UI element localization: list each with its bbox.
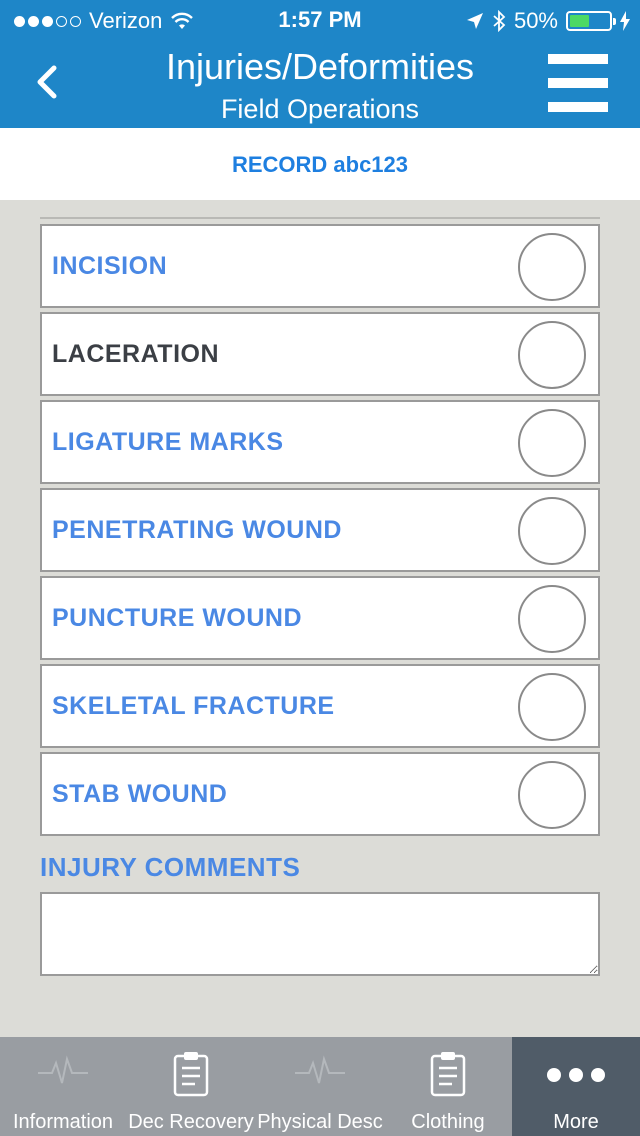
injury-label: LIGATURE MARKS [52,428,284,456]
injury-row-laceration[interactable]: LACERATION [40,312,600,396]
battery-percent: 50% [513,8,558,33]
battery-icon [566,11,616,31]
tab-more[interactable]: More [512,1037,640,1136]
tab-label: Physical Desc [257,1111,383,1133]
injury-label: PUNCTURE WOUND [52,604,303,632]
heartbeat-icon [38,1055,88,1084]
injury-label: STAB WOUND [52,780,228,808]
header: Verizon 1:57 PM 50% Injuries/Deformities… [0,0,640,128]
tab-information[interactable]: Information [0,1037,126,1136]
injury-row-penetrating-wound[interactable]: PENETRATING WOUND [40,488,600,572]
injury-label: PENETRATING WOUND [52,516,342,544]
tab-label: Information [12,1111,114,1133]
tab-physical-desc[interactable]: Physical Desc [256,1037,384,1136]
status-bar: Verizon 1:57 PM 50% [0,0,640,40]
heartbeat-icon [295,1055,345,1084]
clipboard-icon [173,1052,209,1097]
charging-bolt-icon [620,11,630,31]
record-label: RECORD abc123 [0,128,640,200]
tab-label: Dec Recovery [128,1111,254,1133]
injury-comments-label: INJURY COMMENTS [40,852,301,882]
injury-label: INCISION [52,252,168,280]
tab-clothing[interactable]: Clothing [384,1037,512,1136]
battery-level [570,15,589,27]
injury-row-ligature-marks[interactable]: LIGATURE MARKS [40,400,600,484]
radio-button[interactable] [518,585,586,653]
divider [40,217,600,219]
more-dots-icon [547,1068,605,1082]
tab-dec-recovery[interactable]: Dec Recovery [126,1037,256,1136]
radio-button[interactable] [518,233,586,301]
radio-button[interactable] [518,761,586,829]
bluetooth-icon [493,10,506,32]
injury-row-skeletal-fracture[interactable]: SKELETAL FRACTURE [40,664,600,748]
status-right: 50% [466,8,630,34]
radio-button[interactable] [518,321,586,389]
radio-button[interactable] [518,673,586,741]
injury-row-stab-wound[interactable]: STAB WOUND [40,752,600,836]
location-arrow-icon [466,13,483,29]
injury-label: LACERATION [52,340,220,368]
injury-row-incision[interactable]: INCISION [40,224,600,308]
tab-bar: Information Dec Recovery Physical Desc C… [0,1037,640,1136]
hamburger-menu-button[interactable] [548,54,608,114]
injury-label: SKELETAL FRACTURE [52,692,335,720]
radio-button[interactable] [518,497,586,565]
tab-label: More [553,1111,599,1133]
page-subtitle: Field Operations [220,94,420,124]
radio-button[interactable] [518,409,586,477]
injury-comments-field[interactable] [40,892,600,976]
hamburger-menu-icon [548,54,608,64]
tab-label: Clothing [411,1111,485,1133]
clipboard-icon [430,1052,466,1097]
page-title: Injuries/Deformities [165,46,475,87]
injury-row-puncture-wound[interactable]: PUNCTURE WOUND [40,576,600,660]
